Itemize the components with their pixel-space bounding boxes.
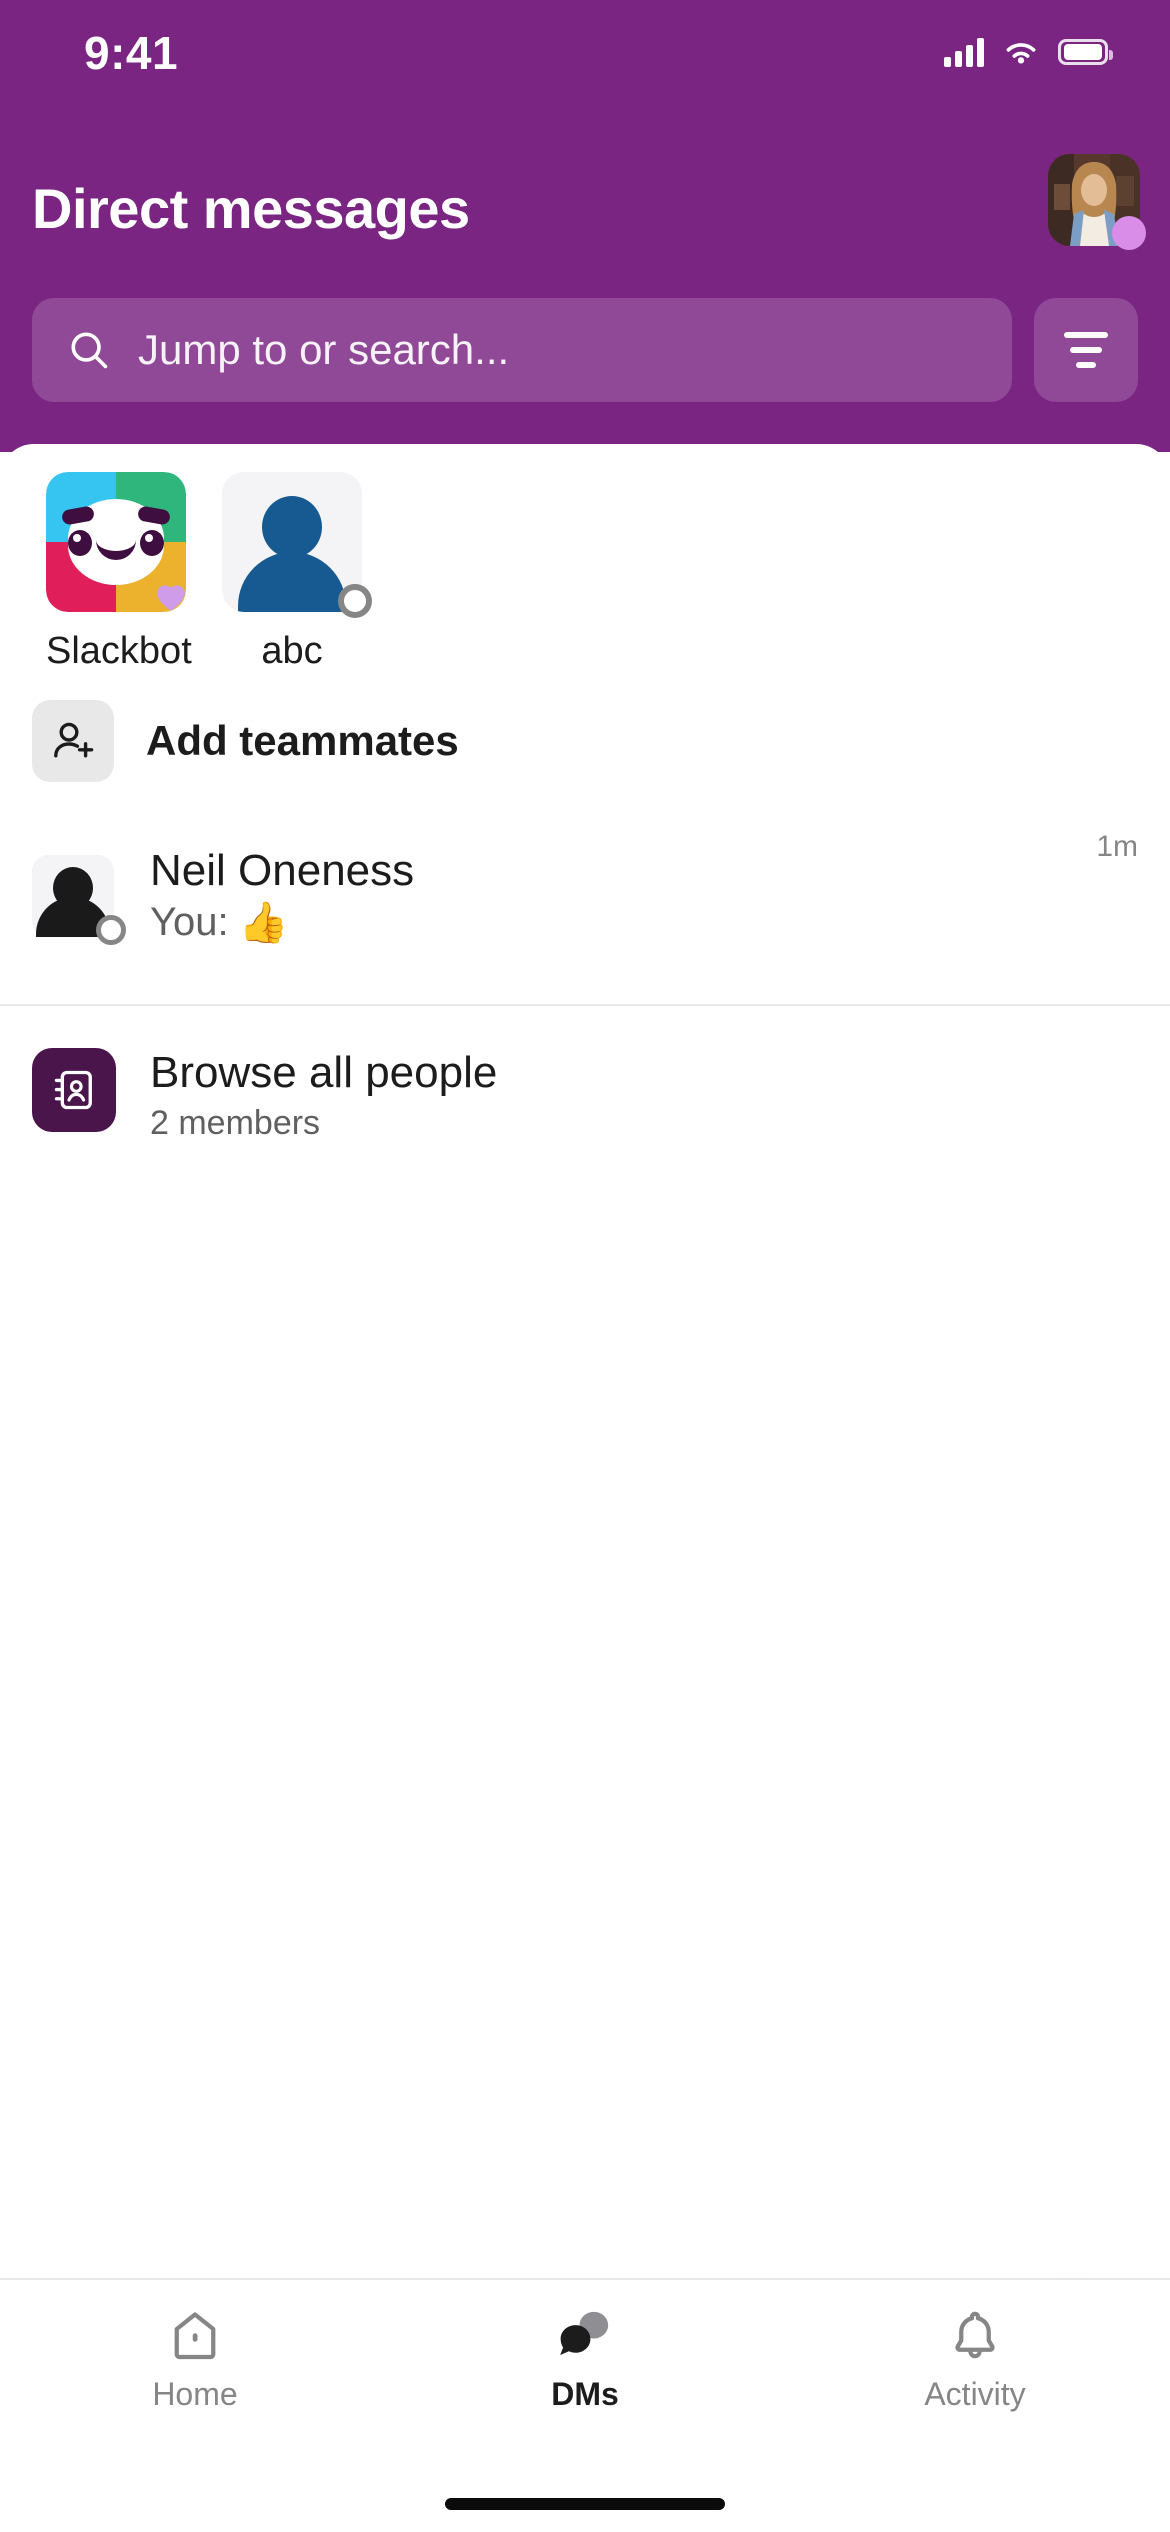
bell-icon: [945, 2304, 1005, 2368]
bottom-tab-bar: Home DMs Activity: [0, 2278, 1170, 2532]
conversation-preview-prefix: You:: [150, 900, 229, 945]
list-divider: [0, 1004, 1170, 1006]
chat-bubbles-icon: [553, 2304, 617, 2368]
page-title: Direct messages: [32, 177, 470, 240]
status-bar-indicators: [944, 36, 1113, 68]
filter-icon: [1064, 332, 1108, 368]
quick-access-item-abc[interactable]: abc: [222, 472, 372, 672]
add-teammates-label: Add teammates: [146, 717, 459, 764]
quick-access-label: Slackbot: [46, 630, 192, 672]
search-icon: [71, 332, 108, 369]
status-bar-time: 9:41: [84, 27, 179, 79]
conversation-row[interactable]: Neil Oneness You: 👍 1m: [0, 816, 1170, 976]
person-add-icon: [32, 700, 114, 782]
quick-access-item-slackbot[interactable]: Slackbot: [46, 472, 192, 672]
search-input[interactable]: Jump to or search...: [32, 298, 1012, 402]
signal-bars-icon: [944, 37, 984, 67]
address-book-icon: [32, 1048, 116, 1132]
browse-all-title: Browse all people: [150, 1048, 498, 1097]
person-avatar: [222, 472, 372, 618]
conversation-preview: You: 👍: [150, 899, 1096, 946]
user-avatar[interactable]: [1048, 154, 1146, 250]
offline-status-icon: [338, 584, 372, 618]
filter-button[interactable]: [1034, 298, 1138, 402]
home-indicator: [445, 2498, 725, 2510]
wifi-icon: [1006, 43, 1036, 64]
status-bar: 9:41: [0, 0, 1170, 96]
quick-access-row: Slackbot abc: [0, 472, 1170, 672]
conversation-name: Neil Oneness: [150, 845, 415, 895]
tab-label: DMs: [551, 2376, 619, 2412]
person-silhouette-avatar: [32, 855, 126, 945]
app-header: 9:41 Direct messages Jump to or search..…: [0, 0, 1170, 452]
search-placeholder: Jump to or search...: [138, 326, 510, 373]
browse-all-people-row[interactable]: Browse all people 2 members: [0, 1026, 1170, 1176]
tab-activity[interactable]: Activity: [780, 2280, 1170, 2450]
tab-dms[interactable]: DMs: [390, 2280, 780, 2450]
conversation-timestamp: 1m: [1096, 830, 1138, 863]
purple-heart-badge: [157, 585, 185, 611]
add-teammates-row[interactable]: Add teammates: [0, 676, 1170, 806]
tab-home[interactable]: Home: [0, 2280, 390, 2450]
conversation-preview-emoji: 👍: [238, 901, 289, 946]
slackbot-avatar: [46, 472, 186, 612]
offline-status-icon: [96, 915, 126, 945]
quick-access-label: abc: [261, 630, 323, 672]
search-row: Jump to or search...: [0, 290, 1170, 410]
home-icon: [165, 2304, 225, 2368]
tab-label: Activity: [924, 2376, 1026, 2412]
presence-indicator: [1112, 216, 1146, 250]
battery-icon: [1058, 39, 1113, 65]
browse-all-text: Browse all people 2 members: [150, 1048, 497, 1143]
conversation-text: Neil Oneness You: 👍: [150, 846, 1096, 946]
tab-label: Home: [152, 2376, 238, 2412]
content-sheet: Slackbot abc Add teammates Neil Oneness …: [0, 444, 1170, 2278]
browse-all-subtitle: 2 members: [150, 1104, 321, 1142]
